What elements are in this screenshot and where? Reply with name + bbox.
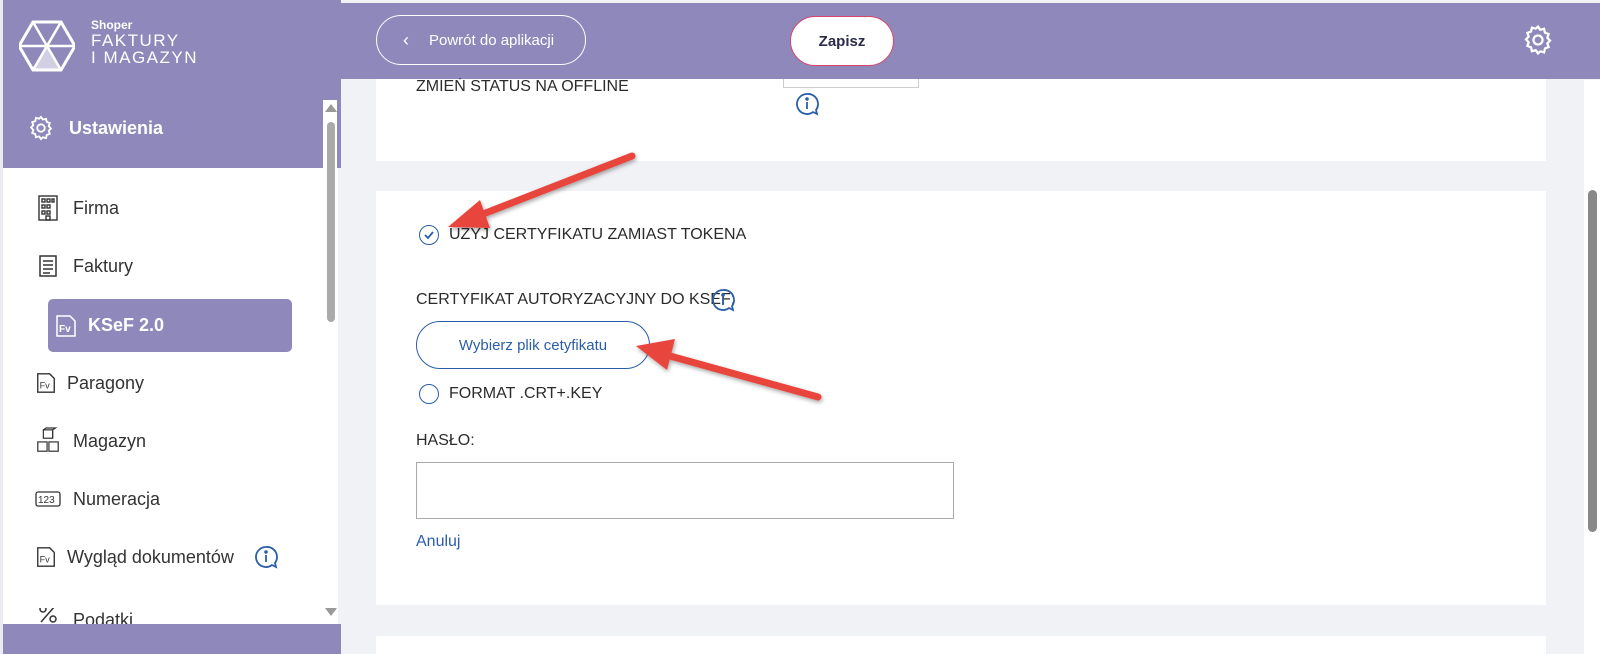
info-icon[interactable]	[711, 288, 735, 312]
sidebar-item-label: Numeracja	[73, 488, 161, 509]
chevron-left-icon: ‹	[403, 29, 409, 50]
invoice-fv-icon: Fv	[33, 544, 59, 570]
sidebar-header: Shoper FAKTURY I MAGAZYN Ustawienia	[3, 0, 341, 168]
sidebar-item-ksef[interactable]: Fv KSeF 2.0	[48, 299, 292, 352]
top-bar: ‹ Powrót do aplikacji Zapisz	[338, 3, 1600, 79]
logo-icon	[19, 20, 75, 72]
numbering-icon: 123	[35, 486, 61, 512]
sidebar-item-wyglad[interactable]: Fv Wygląd dokumentów	[33, 544, 278, 570]
invoice-fv-icon: Fv	[54, 314, 78, 338]
svg-text:Fv: Fv	[40, 381, 51, 391]
save-button[interactable]: Zapisz	[790, 16, 894, 66]
sidebar-item-paragony[interactable]: Fv Paragony	[33, 370, 144, 396]
use-certificate-checkbox[interactable]	[419, 225, 439, 245]
info-icon[interactable]	[254, 545, 278, 569]
sidebar-item-label: Faktury	[73, 255, 134, 276]
settings-section[interactable]: Ustawienia	[27, 114, 163, 142]
sidebar: Shoper FAKTURY I MAGAZYN Ustawienia Firm…	[0, 0, 341, 654]
boxes-icon	[35, 427, 61, 454]
svg-text:Fv: Fv	[59, 324, 71, 335]
sidebar-item-label: Firma	[73, 197, 119, 218]
password-input[interactable]	[416, 462, 954, 519]
sidebar-item-label: Wygląd dokumentów	[67, 546, 234, 567]
password-label: HASŁO:	[416, 432, 475, 449]
gear-icon	[29, 115, 53, 141]
check-icon	[424, 231, 434, 240]
building-icon	[35, 195, 61, 221]
main-scrollbar[interactable]	[1584, 80, 1600, 654]
format-label: FORMAT .CRT+.KEY	[449, 385, 603, 402]
offline-label: ZMIEŃ STATUS NA OFFLINE	[416, 78, 629, 95]
sidebar-item-podatki[interactable]: Podatki	[35, 608, 133, 624]
brand-line1: FAKTURY	[91, 31, 180, 50]
info-icon[interactable]	[795, 92, 819, 116]
cancel-link[interactable]: Anuluj	[416, 533, 460, 551]
brand-name: Shoper FAKTURY I MAGAZYN	[91, 18, 198, 66]
percent-icon	[35, 608, 61, 624]
offline-select[interactable]	[783, 79, 919, 88]
sidebar-item-label: Paragony	[67, 372, 145, 393]
document-list-icon	[35, 253, 61, 279]
svg-text:Fv: Fv	[40, 555, 51, 565]
back-button-label: Powrót do aplikacji	[429, 31, 555, 49]
next-card	[376, 636, 1546, 654]
sidebar-item-label: KSeF 2.0	[88, 315, 165, 335]
brand-small: Shoper	[91, 18, 133, 32]
scroll-up-icon[interactable]	[325, 104, 337, 112]
back-to-app-button[interactable]: ‹ Powrót do aplikacji	[376, 15, 586, 65]
sidebar-item-numeracja[interactable]: 123 Numeracja	[35, 486, 160, 512]
certificate-label: CERTYFIKAT AUTORYZACYJNY DO KSEF:	[416, 291, 736, 308]
sidebar-item-magazyn[interactable]: Magazyn	[35, 427, 147, 454]
sidebar-item-firma[interactable]: Firma	[35, 195, 119, 221]
sidebar-footer	[3, 624, 341, 654]
use-certificate-label: UŻYJ CERTYFIKATU ZAMIAST TOKENA	[449, 226, 747, 243]
sidebar-scrollbar[interactable]	[323, 100, 337, 624]
invoice-fv-icon: Fv	[33, 370, 59, 396]
sidebar-item-faktury[interactable]: Faktury	[35, 253, 133, 279]
format-crt-key-radio[interactable]	[419, 384, 439, 404]
sidebar-item-label: Magazyn	[73, 430, 147, 451]
settings-title: Ustawienia	[69, 117, 164, 138]
brand-line2: I MAGAZYN	[91, 48, 199, 67]
gear-icon[interactable]	[1521, 23, 1555, 57]
scroll-down-icon[interactable]	[325, 608, 337, 616]
main-scroll-thumb[interactable]	[1588, 190, 1597, 532]
sidebar-scroll-thumb[interactable]	[327, 122, 335, 322]
sidebar-item-label: Podatki	[73, 610, 134, 624]
choose-certificate-file-button[interactable]: Wybierz plik cetyfikatu	[416, 321, 650, 369]
svg-text:123: 123	[38, 495, 55, 506]
